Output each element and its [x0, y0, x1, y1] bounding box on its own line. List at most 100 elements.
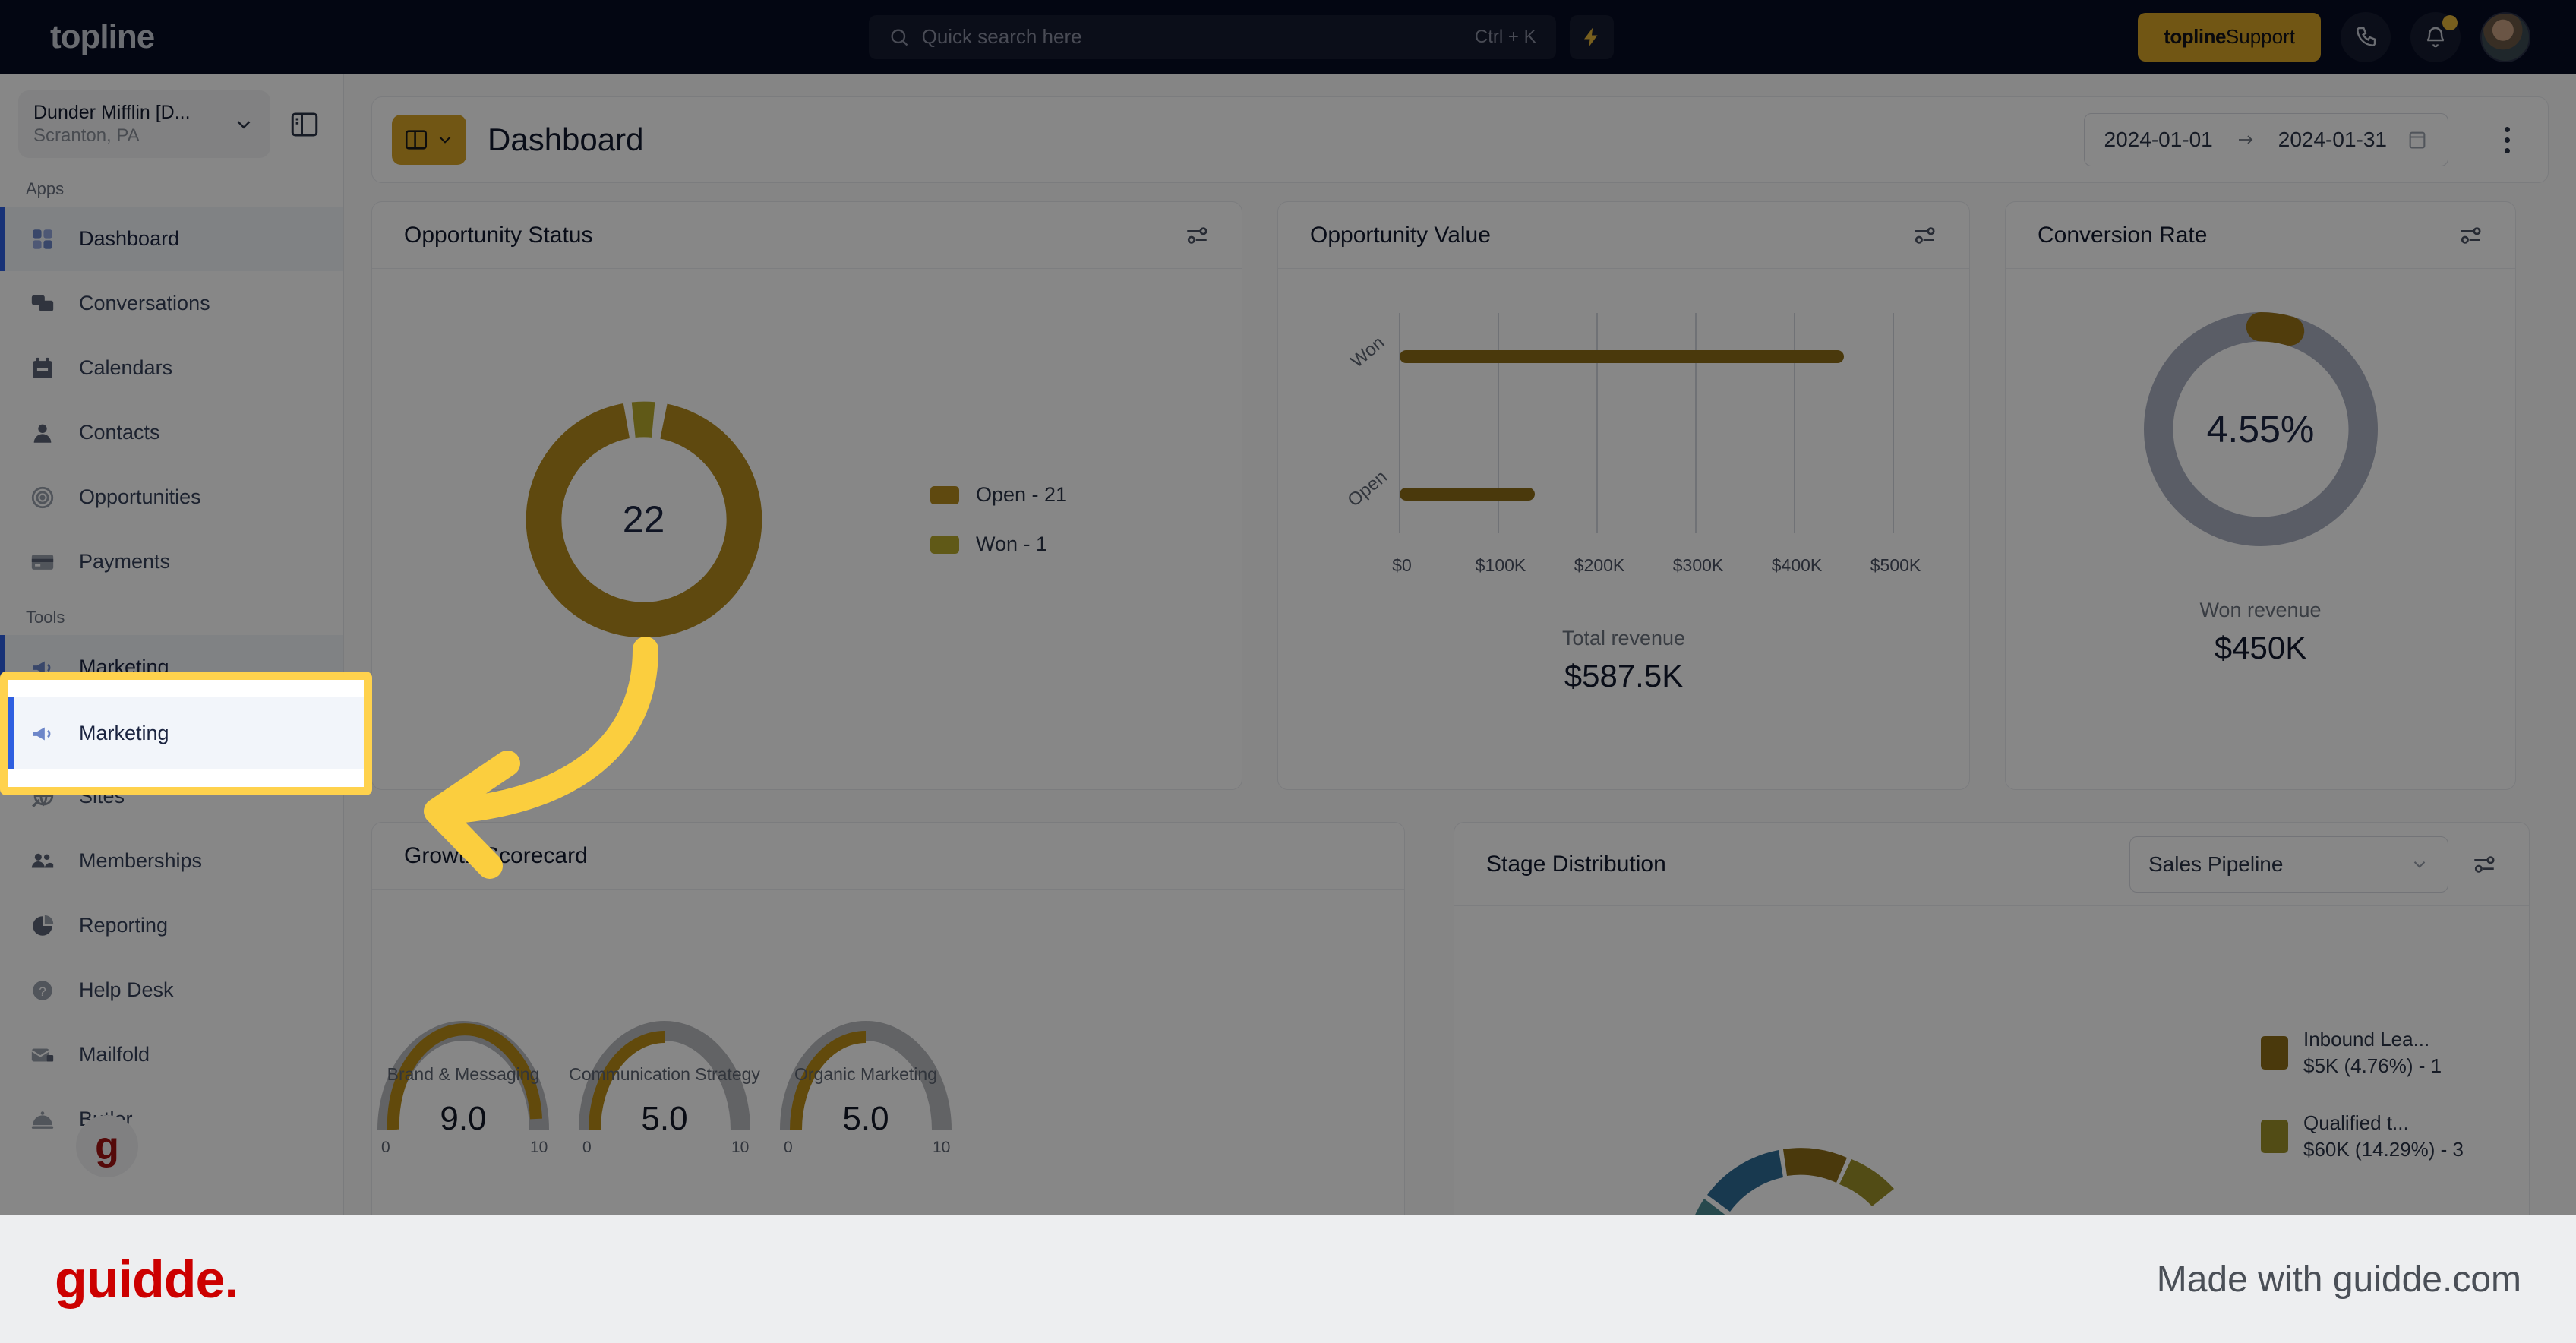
location-row: Dunder Mifflin [D... Scranton, PA: [0, 74, 343, 166]
legend-name: Inbound Lea...: [2303, 1028, 2430, 1051]
x-tick-label: $0: [1392, 555, 1412, 575]
top-header-bar: topline Quick search here Ctrl + K topli…: [0, 0, 2576, 74]
card-body: Brand & Messaging 9.0 0 10 Communication…: [372, 890, 1404, 1215]
sidebar-item-marketing-highlighted[interactable]: Marketing: [8, 697, 364, 769]
sidebar-item-label: Reporting: [79, 914, 169, 937]
sidebar-item-reporting[interactable]: Reporting: [0, 893, 343, 958]
search-shortcut: Ctrl + K: [1474, 26, 1536, 47]
card-conversion-rate: Conversion Rate 4.55% Won revenue $450K: [2005, 201, 2516, 790]
arrow-right-icon: [2238, 135, 2253, 144]
support-button[interactable]: topline Support: [2138, 12, 2321, 62]
quick-actions-button[interactable]: [1569, 14, 1614, 59]
gauge-min: 0: [784, 1139, 793, 1156]
legend-item: Open - 21: [930, 483, 1242, 507]
conversion-rate-donut: 4.55%: [2006, 304, 2515, 555]
sidebar-item-label: Contacts: [79, 421, 160, 444]
dashboard-row-2: Growth Scorecard Brand & Messaging 9.0 0…: [371, 822, 2549, 1215]
sidebar-item-label: Mailfold: [79, 1043, 150, 1066]
total-revenue-label: Total revenue: [1561, 627, 1686, 649]
legend-label: Won - 1: [976, 532, 1048, 555]
sidebar-item-calendars[interactable]: Calendars: [0, 336, 343, 400]
legend-swatch: [2260, 1036, 2288, 1070]
sidebar-item-mailfold[interactable]: Mailfold: [0, 1022, 343, 1087]
card-title: Opportunity Status: [404, 222, 593, 248]
chevron-down-icon: [237, 120, 251, 129]
sidebar-item-butler[interactable]: Butler g: [0, 1087, 343, 1178]
location-selector[interactable]: Dunder Mifflin [D... Scranton, PA: [18, 90, 270, 159]
sidebar-item-help-desk[interactable]: ? Help Desk: [0, 958, 343, 1022]
card-body: Won Open $0 $100K $200K $300K $400K $500…: [1278, 269, 1969, 694]
card-header: Conversion Rate: [2006, 202, 2515, 269]
brand-circle-badge: g: [76, 1115, 138, 1178]
lightning-bolt-icon: [1583, 27, 1598, 46]
legend-item: Inbound Lea... $5K (4.76%) - 1: [2260, 1026, 2464, 1079]
main-content: Dashboard 2024-01-01 2024-01-31 Opportun…: [344, 74, 2576, 1215]
location-sub: Scranton, PA: [33, 125, 140, 147]
notification-badge: [2442, 14, 2458, 30]
sidebar-item-memberships[interactable]: Memberships: [0, 829, 343, 893]
legend-detail: $5K (4.76%) - 1: [2303, 1054, 2442, 1078]
panel-collapse-icon: [291, 112, 318, 137]
sidebar-item-opportunities[interactable]: Opportunities: [0, 465, 343, 529]
sidebar-item-conversations[interactable]: Conversations: [0, 271, 343, 336]
card-opportunity-value: Opportunity Value Won Open $0 $100K $200…: [1277, 201, 1970, 790]
sidebar-item-payments[interactable]: Payments: [0, 529, 343, 594]
pipeline-select[interactable]: Sales Pipeline: [2129, 836, 2448, 893]
gauge-max: 10: [530, 1139, 548, 1156]
support-brand-label: topline: [2164, 25, 2226, 48]
opportunity-status-donut: 22: [372, 394, 915, 645]
legend-label: Open - 21: [976, 483, 1068, 506]
pie-slice: [1839, 1159, 1894, 1206]
question-icon: ?: [26, 978, 59, 1003]
bell-service-icon: [26, 1107, 59, 1133]
gauge-organic-marketing: Organic Marketing 5.0 0 10: [780, 1021, 952, 1156]
sliders-icon[interactable]: [1911, 223, 1937, 248]
made-with-guidde-text: Made with guidde.com: [2156, 1259, 2521, 1300]
header-actions: topline Support: [2138, 11, 2576, 62]
layout-switcher-button[interactable]: [392, 115, 466, 165]
card-header: Growth Scorecard: [372, 823, 1404, 890]
legend-swatch: [2260, 1120, 2288, 1154]
phone-button[interactable]: [2341, 11, 2391, 62]
gauge-value: 9.0: [440, 1100, 486, 1137]
topline-logo[interactable]: topline: [0, 18, 344, 56]
date-range-picker[interactable]: 2024-01-01 2024-01-31: [2083, 113, 2448, 166]
conversion-rate-value: 4.55%: [2206, 408, 2315, 450]
card-title: Growth Scorecard: [404, 842, 588, 868]
card-header: Opportunity Value: [1278, 202, 1969, 269]
won-revenue-value: $450K: [2214, 630, 2307, 665]
card-body: 22 Open - 21 Won - 1: [372, 269, 1242, 770]
legend-swatch: [930, 535, 959, 554]
sidebar-item-label: Payments: [79, 550, 171, 574]
gauge-value: 5.0: [641, 1100, 687, 1137]
pie-slice: [1707, 1150, 1783, 1212]
sidebar-item-dashboard[interactable]: Dashboard: [0, 207, 343, 272]
sidebar-collapse-button[interactable]: [284, 104, 325, 145]
sliders-icon[interactable]: [1184, 223, 1210, 248]
sidebar-item-label: Help Desk: [79, 978, 174, 1002]
page-header-actions: 2024-01-01 2024-01-31: [2083, 113, 2528, 166]
calendar-small-icon: [2409, 131, 2426, 149]
bar-won: [1400, 350, 1844, 363]
search-input[interactable]: Quick search here Ctrl + K: [868, 14, 1556, 59]
page-more-button[interactable]: [2486, 126, 2528, 153]
card-growth-scorecard: Growth Scorecard Brand & Messaging 9.0 0…: [371, 822, 1405, 1215]
notifications-button[interactable]: [2410, 11, 2461, 62]
layout-grid-icon: [405, 130, 428, 150]
bar-open: [1400, 488, 1535, 501]
card-title: Opportunity Value: [1310, 222, 1491, 248]
chevron-down-icon: [439, 136, 451, 144]
gauge-communication-strategy: Communication Strategy 5.0 0 10: [569, 1021, 760, 1156]
gauge-label: Communication Strategy: [569, 1064, 760, 1084]
sidebar-item-label: Dashboard: [79, 227, 180, 251]
sliders-icon[interactable]: [2458, 223, 2483, 248]
x-tick-label: $100K: [1476, 555, 1526, 575]
bar-category-open: Open: [1344, 466, 1391, 510]
user-avatar[interactable]: [2480, 11, 2530, 62]
support-text-label: Support: [2225, 25, 2295, 48]
sidebar-item-label: Opportunities: [79, 485, 201, 509]
gauge-min: 0: [582, 1139, 592, 1156]
sidebar-item-contacts[interactable]: Contacts: [0, 400, 343, 465]
sliders-icon[interactable]: [2471, 852, 2497, 877]
date-range-end: 2024-01-31: [2278, 128, 2387, 151]
